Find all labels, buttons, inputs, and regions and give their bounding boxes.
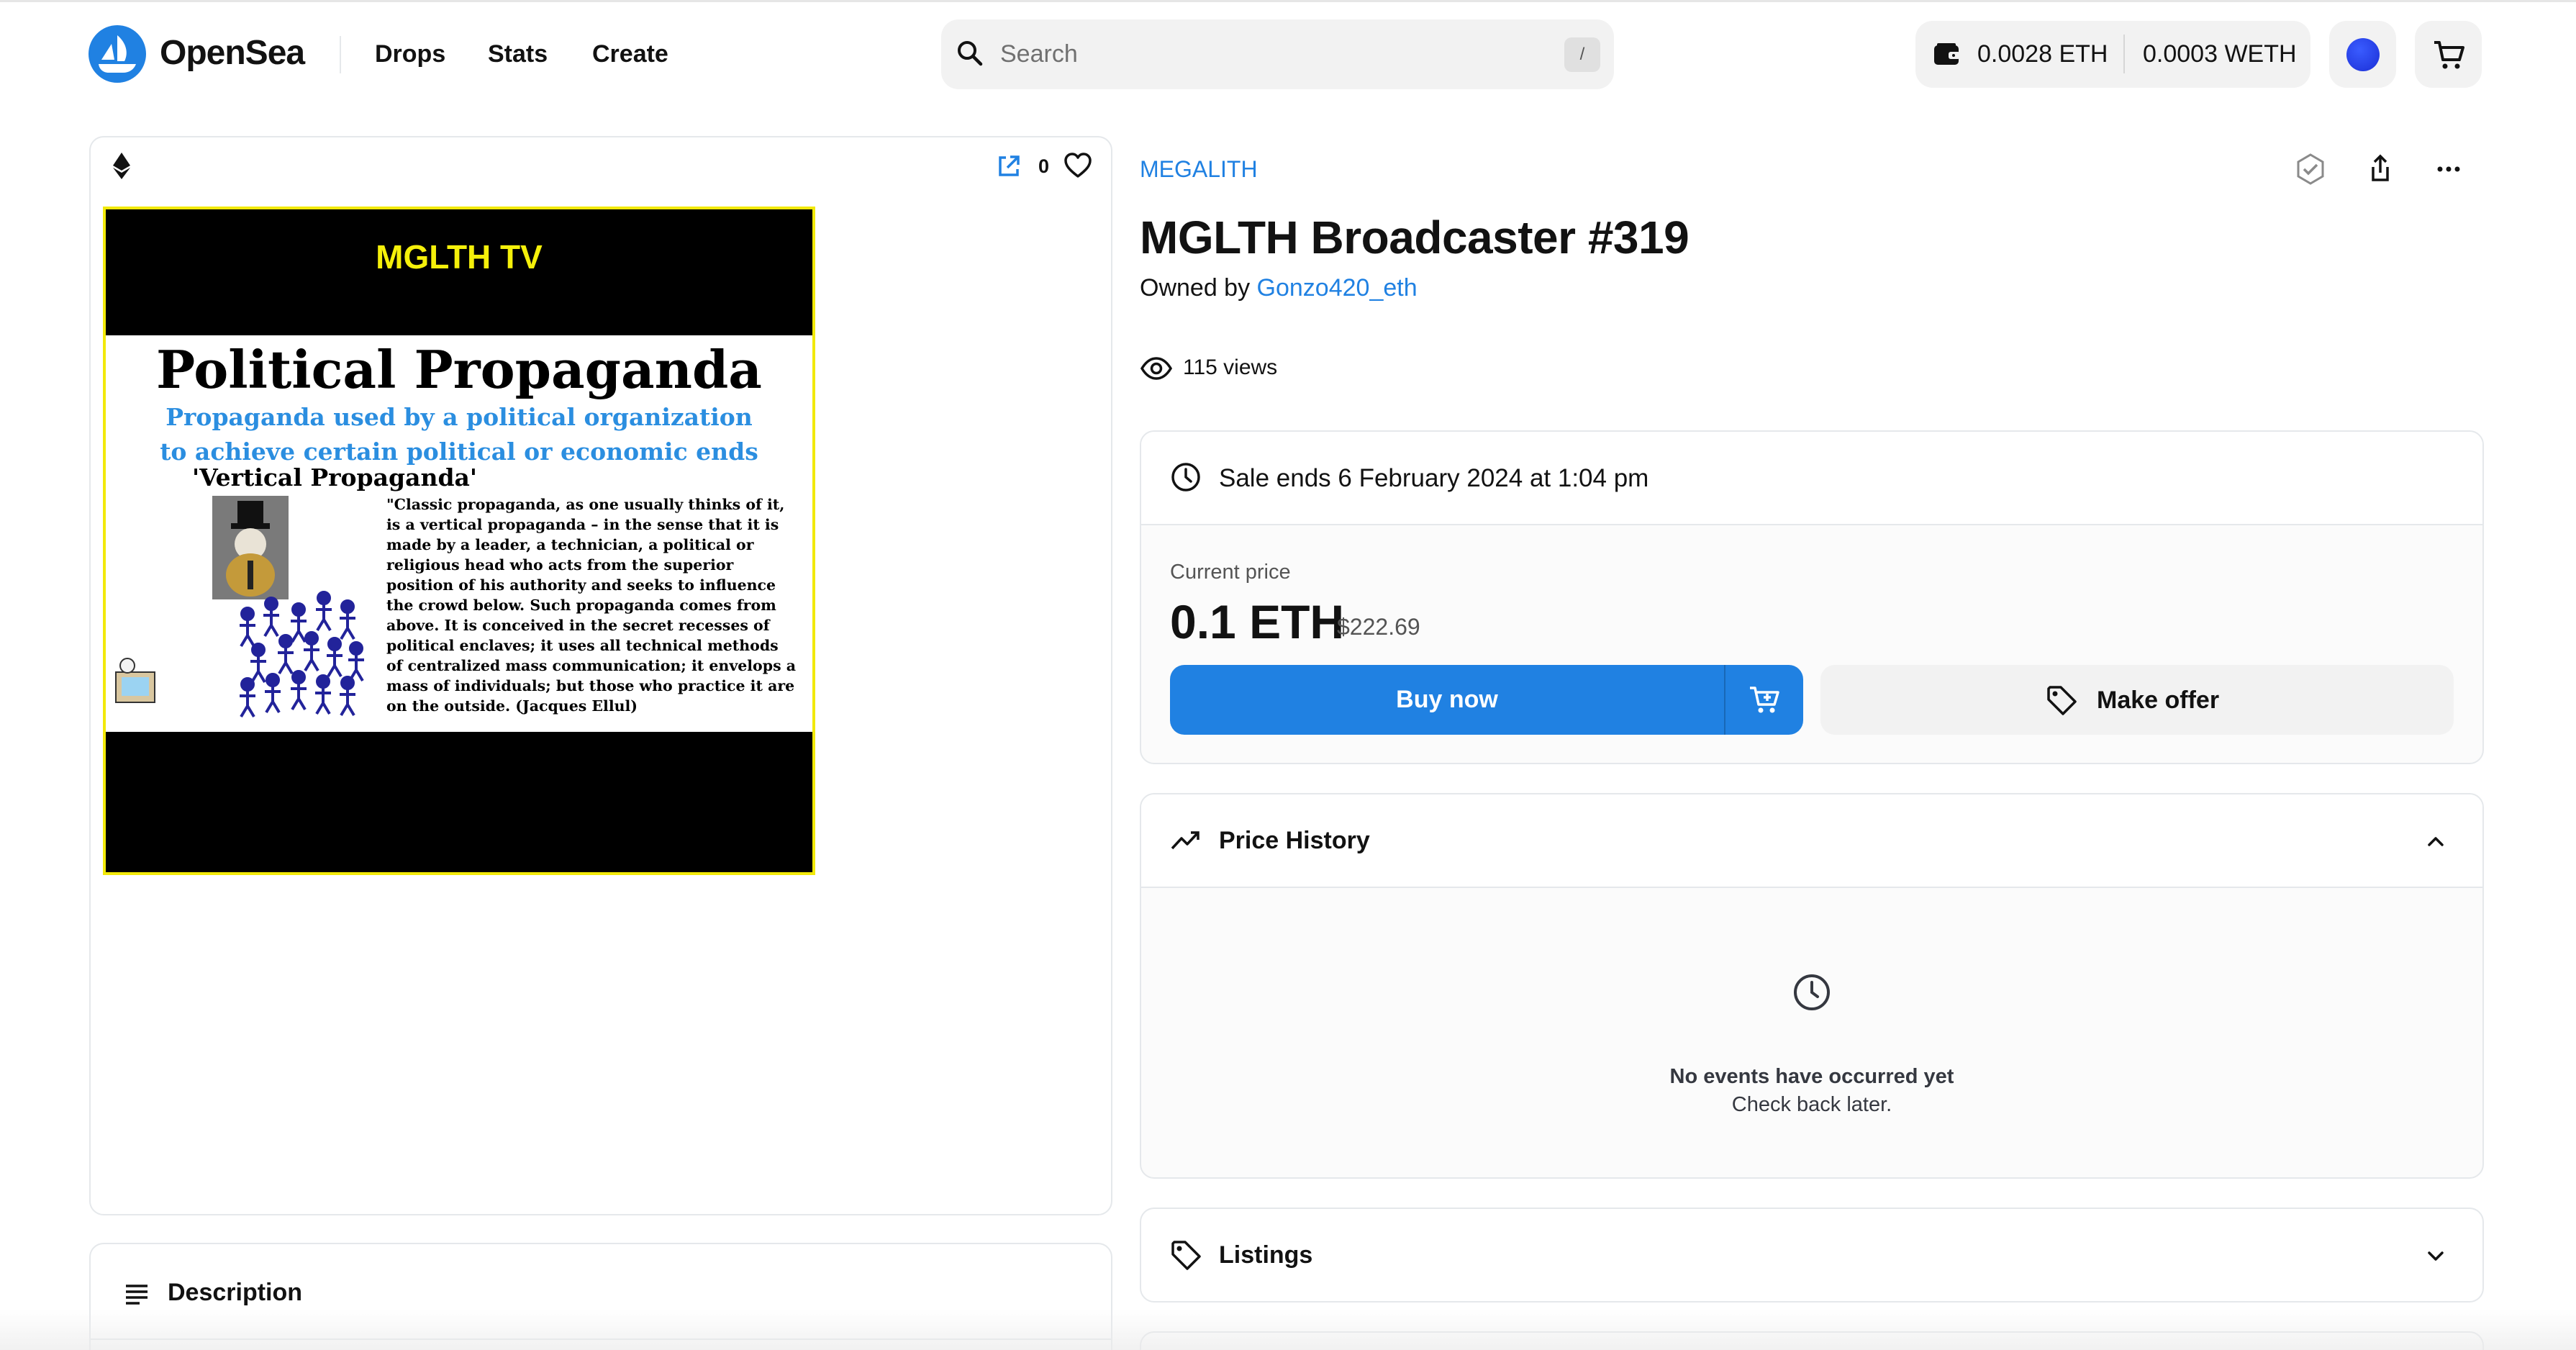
description-title: Description — [168, 1279, 303, 1306]
owned-by: Owned by Gonzo420_eth — [1140, 271, 1418, 304]
svg-text:the crowd below. Such propagan: the crowd below. Such propaganda comes f… — [386, 597, 776, 614]
ethereum-icon — [111, 151, 132, 180]
nft-artwork[interactable]: MGLTH TV Political Propaganda Propaganda… — [103, 207, 815, 875]
empty-history-title: No events have occurred yet — [1669, 1065, 1954, 1088]
price-history-title[interactable]: Price History — [1219, 824, 1370, 857]
open-external-icon[interactable] — [995, 153, 1022, 180]
favorite-count: 0 — [1038, 155, 1050, 177]
art-header: MGLTH TV — [376, 238, 543, 276]
art-heading: Political Propaganda — [156, 339, 762, 400]
offers-panel[interactable] — [1140, 1331, 2484, 1350]
verified-badge-icon[interactable] — [2294, 153, 2327, 186]
svg-text:religious head who acts from t: religious head who acts from the superio… — [386, 556, 735, 574]
trending-up-icon — [1169, 824, 1202, 857]
svg-text:of centralized mass communicat: of centralized mass communication; it en… — [386, 657, 796, 674]
item-title: MGLTH Broadcaster #319 — [1140, 212, 1690, 263]
search-shortcut-key: / — [1564, 37, 1600, 72]
cart-icon — [2431, 37, 2466, 72]
buy-now-button[interactable]: Buy now — [1170, 665, 1724, 735]
wallet-divider — [2123, 35, 2125, 73]
svg-text:mass of individuals; but those: mass of individuals; but those who pract… — [386, 677, 794, 694]
opensea-logo-icon[interactable] — [89, 25, 146, 83]
search-icon — [954, 37, 986, 69]
tag-icon — [2045, 684, 2078, 717]
add-to-cart-icon — [1750, 687, 1779, 713]
svg-text:"Classic propaganda, as one us: "Classic propaganda, as one usually thin… — [386, 496, 784, 513]
owned-by-label: Owned by — [1140, 274, 1251, 302]
empty-history-subtitle: Check back later. — [1731, 1093, 1892, 1116]
eth-balance: 0.0028 ETH — [1977, 40, 2108, 68]
svg-text:above. It is conceived in the: above. It is conceived in the secret rec… — [386, 617, 771, 634]
description-lines-icon — [122, 1279, 151, 1308]
svg-text:made by a leader, a technician: made by a leader, a technician, a politi… — [386, 536, 755, 553]
current-price-label: Current price — [1170, 561, 1291, 584]
empty-history-clock-icon — [1791, 971, 1833, 1013]
chevron-down-icon[interactable] — [2421, 1241, 2450, 1270]
share-icon[interactable] — [2364, 153, 2397, 186]
chevron-up-icon[interactable] — [2421, 827, 2450, 856]
description-divider — [89, 1338, 1112, 1340]
brand-name[interactable]: OpenSea — [160, 32, 305, 75]
art-subtitle-1: Propaganda used by a political organizat… — [165, 403, 753, 431]
price-history-divider — [1141, 887, 2482, 888]
svg-text:position of his authority and: position of his authority and seeks to i… — [386, 576, 776, 594]
wallet-icon — [1931, 39, 1963, 71]
opensea-item-page: OpenSea Drops Stats Create Search / 0.00… — [0, 0, 2576, 1350]
nav-divider — [340, 36, 341, 73]
collection-link[interactable]: MEGALITH — [1140, 154, 1258, 184]
propagandist-figure — [212, 496, 289, 599]
search-input[interactable]: Search — [1000, 37, 1078, 71]
nav-stats[interactable]: Stats — [488, 37, 548, 71]
sale-divider — [1141, 524, 2482, 525]
art-quote: "Classic propaganda, as one usually thin… — [386, 496, 796, 715]
price-usd: $222.69 — [1337, 614, 1420, 640]
sale-ends-text: Sale ends 6 February 2024 at 1:04 pm — [1219, 464, 1649, 492]
heart-icon[interactable] — [1063, 151, 1092, 180]
view-count: 115 views — [1183, 355, 1278, 379]
weth-balance: 0.0003 WETH — [2143, 40, 2297, 68]
more-options-icon[interactable] — [2432, 153, 2465, 186]
listings-tag-icon — [1169, 1238, 1202, 1272]
art-subtitle-2: to achieve certain political or economic… — [160, 438, 758, 466]
nav-create[interactable]: Create — [592, 37, 668, 71]
eye-icon — [1140, 352, 1173, 385]
svg-text:political enclaves; it uses al: political enclaves; it uses all technica… — [386, 637, 779, 654]
nav-drops[interactable]: Drops — [375, 37, 445, 71]
owner-link[interactable]: Gonzo420_eth — [1257, 274, 1418, 302]
listings-panel[interactable] — [1140, 1208, 2484, 1303]
make-offer-label[interactable]: Make offer — [2097, 684, 2219, 717]
svg-text:on the outside. (Jacques Ellul: on the outside. (Jacques Ellul) — [386, 697, 638, 715]
price-eth: 0.1 ETH — [1170, 595, 1345, 648]
clock-icon — [1169, 461, 1202, 494]
art-section: 'Vertical Propaganda' — [192, 463, 477, 491]
add-to-cart-button[interactable] — [1725, 665, 1803, 735]
svg-text:is a vertical propaganda – in: is a vertical propaganda – in the sense … — [386, 516, 779, 533]
avatar — [2346, 38, 2380, 71]
top-border — [0, 0, 2576, 2]
listings-title[interactable]: Listings — [1219, 1238, 1312, 1272]
